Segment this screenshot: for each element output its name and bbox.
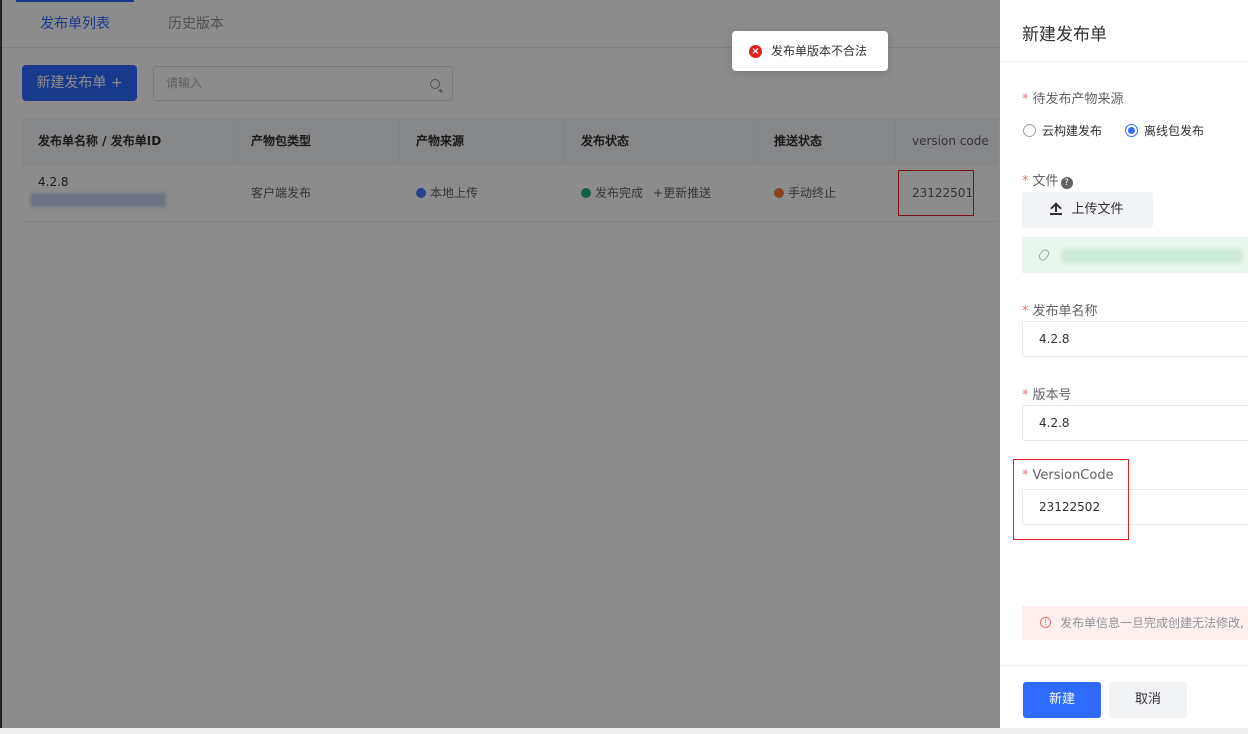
paperclip-icon: [1037, 247, 1051, 263]
warning-text: 发布单信息一旦完成创建无法修改,: [1060, 616, 1244, 630]
window-bottom-edge: [0, 728, 1248, 734]
file-label: * 文件?: [1022, 170, 1073, 189]
upload-file-button[interactable]: 上传文件: [1022, 192, 1153, 228]
info-circle-icon: !: [1040, 617, 1051, 628]
warning-alert: ! 发布单信息一旦完成创建无法修改,: [1022, 606, 1248, 640]
cancel-button[interactable]: 取消: [1109, 682, 1187, 718]
toast-message: 发布单版本不合法: [771, 44, 868, 58]
footer-divider: [1000, 665, 1248, 666]
new-release-drawer: 新建发布单 * 待发布产物来源 云构建发布 离线包发布 * 文件? 上传文件 * 发布…: [1000, 0, 1248, 734]
upload-button-label: 上传文件: [1071, 202, 1124, 217]
radio-offline-package[interactable]: 离线包发布: [1125, 122, 1204, 139]
radio-cloud-build-label: 云构建发布: [1042, 124, 1103, 138]
drawer-divider: [1000, 61, 1248, 62]
upload-icon: [1050, 203, 1063, 215]
window-edge: [0, 0, 2, 734]
versioncode-highlight: [1013, 459, 1129, 540]
required-mark: *: [1022, 174, 1029, 189]
radio-cloud-build[interactable]: 云构建发布: [1023, 122, 1102, 139]
drawer-title: 新建发布单: [1022, 25, 1107, 45]
release-name-input[interactable]: 4.2.8: [1022, 321, 1248, 357]
radio-checked-icon[interactable]: [1125, 124, 1138, 137]
required-mark: *: [1022, 388, 1029, 403]
error-circle-icon: ×: [749, 45, 762, 58]
source-label: * 待发布产物来源: [1022, 88, 1124, 107]
error-toast: × 发布单版本不合法: [732, 31, 888, 71]
file-name-redacted: [1062, 249, 1242, 263]
file-label-text: 文件: [1032, 174, 1059, 189]
release-name-label: * 发布单名称: [1022, 300, 1098, 319]
release-name-label-text: 发布单名称: [1032, 304, 1098, 319]
modal-mask[interactable]: [0, 0, 1000, 734]
create-button[interactable]: 新建: [1023, 682, 1101, 718]
source-label-text: 待发布产物来源: [1032, 92, 1124, 107]
version-label-text: 版本号: [1032, 388, 1072, 403]
version-input[interactable]: 4.2.8: [1022, 405, 1248, 441]
required-mark: *: [1022, 92, 1029, 107]
radio-unchecked-icon[interactable]: [1023, 124, 1036, 137]
uploaded-file-item[interactable]: [1022, 237, 1248, 273]
radio-offline-package-label: 离线包发布: [1144, 124, 1205, 138]
version-label: * 版本号: [1022, 384, 1072, 403]
question-circle-icon[interactable]: ?: [1060, 177, 1073, 189]
required-mark: *: [1022, 304, 1029, 319]
